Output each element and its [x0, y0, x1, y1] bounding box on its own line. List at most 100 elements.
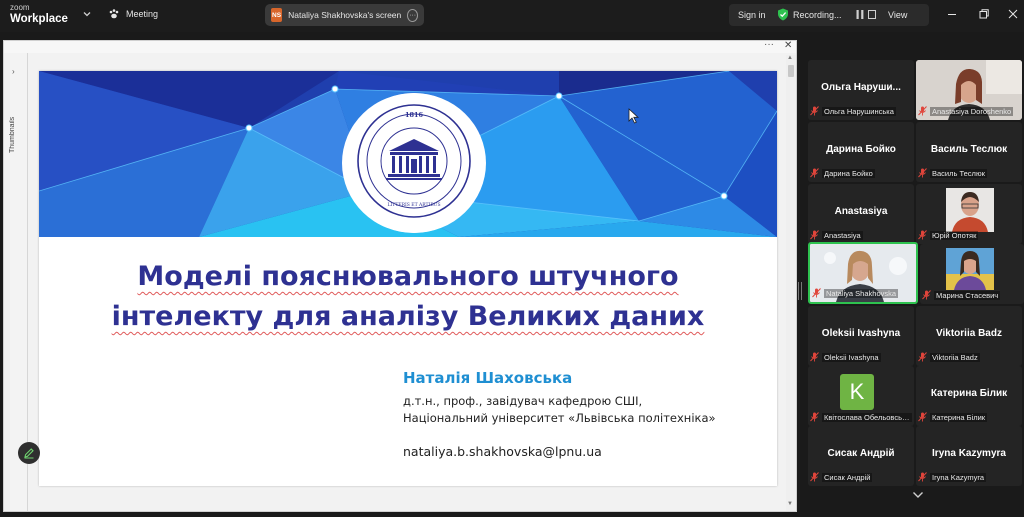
scroll-up-icon[interactable]: ▲ — [787, 55, 793, 61]
mic-muted-icon — [810, 412, 819, 422]
sharer-avatar: NS — [271, 8, 283, 22]
university-emblem: 1816 LITTERIS ET ARTIBUS — [342, 93, 486, 233]
stop-recording-icon[interactable] — [868, 10, 876, 19]
mic-muted-icon — [918, 412, 927, 422]
share-indicator[interactable]: NS Nataliya Shakhovska's screen ··· — [265, 4, 424, 26]
participant-name: Дарина Бойко — [826, 144, 896, 155]
participants-gallery: Ольга Наруши... Ольга Нарушинська Anasta… — [808, 60, 1024, 486]
participant-tile[interactable]: Ольга Наруши... Ольга Нарушинська — [808, 60, 914, 120]
participant-tile[interactable]: Iryna Kazymyra Iryna Kazymyra — [916, 426, 1022, 486]
participant-tile[interactable]: Anastasiya Anastasiya — [808, 184, 914, 244]
participant-label: Anastasiya — [822, 230, 863, 240]
participant-photo — [946, 188, 994, 232]
participant-tile-photo[interactable]: Марина Стасевич — [920, 244, 1024, 304]
participant-tile[interactable]: Василь Теслюк Василь Теслюк — [916, 122, 1022, 182]
participant-tile[interactable]: Viktoriia Badz Viktoriia Badz — [916, 306, 1022, 366]
pen-icon — [24, 448, 34, 459]
participant-photo — [946, 248, 994, 290]
mic-muted-icon — [918, 168, 927, 178]
mic-muted-icon — [810, 230, 819, 240]
participant-label: Nataliya Shakhovska — [824, 288, 899, 298]
scrollbar-thumb[interactable] — [788, 65, 794, 77]
mic-muted-icon — [918, 106, 927, 116]
participant-label: Сисак Андрій — [822, 472, 873, 482]
more-options-icon[interactable]: ··· — [407, 8, 418, 22]
top-bar: zoom Workplace Meeting NS Nataliya Shakh… — [0, 0, 1024, 32]
author-name: Наталія Шаховська — [403, 369, 573, 387]
participant-label: Юрій Опотяк — [930, 230, 979, 240]
participant-tile[interactable]: K Квітослава Обельовськ... — [808, 366, 914, 426]
more-icon[interactable]: ··· — [764, 39, 774, 50]
scroll-down-icon[interactable]: ▼ — [787, 501, 793, 507]
participant-label: Oleksii Ivashyna — [822, 352, 881, 362]
participant-avatar: K — [840, 374, 874, 410]
chevron-right-icon[interactable]: › — [12, 67, 15, 76]
mic-muted-icon — [810, 106, 819, 116]
brand-zoom: zoom — [10, 3, 30, 12]
restore-icon[interactable] — [978, 8, 990, 20]
close-icon[interactable]: ✕ — [784, 40, 792, 51]
chevron-down-icon[interactable] — [912, 491, 924, 499]
participant-tile-photo[interactable]: Юрій Опотяк — [916, 184, 1022, 244]
mic-muted-icon — [918, 352, 927, 362]
participant-label: Viktoriia Badz — [930, 352, 980, 362]
mic-muted-icon — [918, 230, 927, 240]
recording-status: Recording... — [793, 10, 842, 20]
participant-name: Iryna Kazymyra — [932, 448, 1006, 459]
participant-label: Василь Теслюк — [930, 168, 987, 178]
emblem-year: 1816 — [405, 111, 424, 119]
mic-muted-icon — [810, 168, 819, 178]
participant-tile[interactable]: Сисак Андрій Сисак Андрій — [808, 426, 914, 486]
active-speaker-tile[interactable]: Nataliya Shakhovska — [808, 242, 918, 304]
participant-label: Катерина Білик — [930, 412, 988, 422]
mic-muted-icon — [810, 472, 819, 482]
participant-name: Ольга Наруши... — [821, 82, 901, 93]
shield-check-icon[interactable] — [777, 8, 789, 21]
close-icon[interactable] — [1007, 8, 1019, 20]
sign-in-button[interactable]: Sign in — [738, 10, 766, 20]
participant-label: Квітослава Обельовськ... — [822, 412, 912, 422]
slide-title-line2: інтелекту для аналізу Великих даних — [111, 301, 705, 332]
paw-icon — [109, 9, 119, 19]
zoom-logo: zoom Workplace — [10, 4, 68, 26]
participant-tile-video[interactable]: Anastasiya Doroshenko — [916, 60, 1022, 120]
participant-tile[interactable]: Дарина Бойко Дарина Бойко — [808, 122, 914, 182]
participant-label: Ольга Нарушинська — [822, 106, 896, 116]
participant-name: Катерина Білик — [930, 388, 1008, 399]
chevron-down-icon[interactable] — [82, 9, 92, 19]
participant-name: Сисак Андрій — [827, 448, 895, 459]
vertical-scrollbar[interactable]: ▲ ▼ — [786, 55, 796, 511]
mic-muted-icon — [810, 352, 819, 362]
participant-name: Oleksii Ivashyna — [821, 328, 901, 339]
author-affiliation: Національний університет «Львівська полі… — [403, 411, 716, 425]
participant-tile[interactable]: Oleksii Ivashyna Oleksii Ivashyna — [808, 306, 914, 366]
share-title: Nataliya Shakhovska's screen — [288, 10, 402, 20]
author-email: nataliya.b.shakhovska@lpnu.ua — [403, 444, 602, 459]
annotate-button[interactable] — [18, 442, 40, 464]
mic-muted-icon — [922, 290, 931, 300]
participant-tile[interactable]: Катерина Білик Катерина Білик — [916, 366, 1022, 426]
slide-title-line1: Моделі пояснювального штучного — [137, 261, 679, 292]
panel-splitter[interactable] — [798, 282, 802, 300]
shared-screen: ··· ✕ › Thumbnails ▲ ▼ 1816 LITTERIS ET … — [3, 39, 797, 512]
meeting-button[interactable]: Meeting — [108, 8, 158, 20]
brand-workplace: Workplace — [10, 13, 68, 25]
view-menu-button[interactable]: View — [888, 10, 907, 20]
participant-label: Марина Стасевич — [934, 290, 1001, 300]
share-header: ··· ✕ — [4, 39, 796, 53]
author-position: д.т.н., проф., завідувач кафедрою СШІ, — [403, 394, 643, 408]
participant-label: Anastasiya Doroshenko — [930, 106, 1014, 116]
thumbnails-label: Thumbnails — [9, 116, 16, 153]
participant-label: Iryna Kazymyra — [930, 472, 987, 482]
emblem-motto: LITTERIS ET ARTIBUS — [387, 202, 440, 208]
participant-label: Дарина Бойко — [822, 168, 875, 178]
participant-name: Василь Теслюк — [930, 144, 1008, 155]
presentation-slide: 1816 LITTERIS ET ARTIBUS Моделі пояснюва… — [39, 71, 777, 486]
participant-name: Anastasiya — [834, 206, 888, 217]
participant-name: Viktoriia Badz — [936, 328, 1002, 339]
mouse-cursor-icon — [628, 108, 640, 124]
minimize-icon[interactable] — [946, 8, 958, 20]
meeting-label: Meeting — [126, 9, 159, 19]
pause-recording-icon[interactable] — [856, 10, 864, 19]
mic-muted-icon — [918, 472, 927, 482]
